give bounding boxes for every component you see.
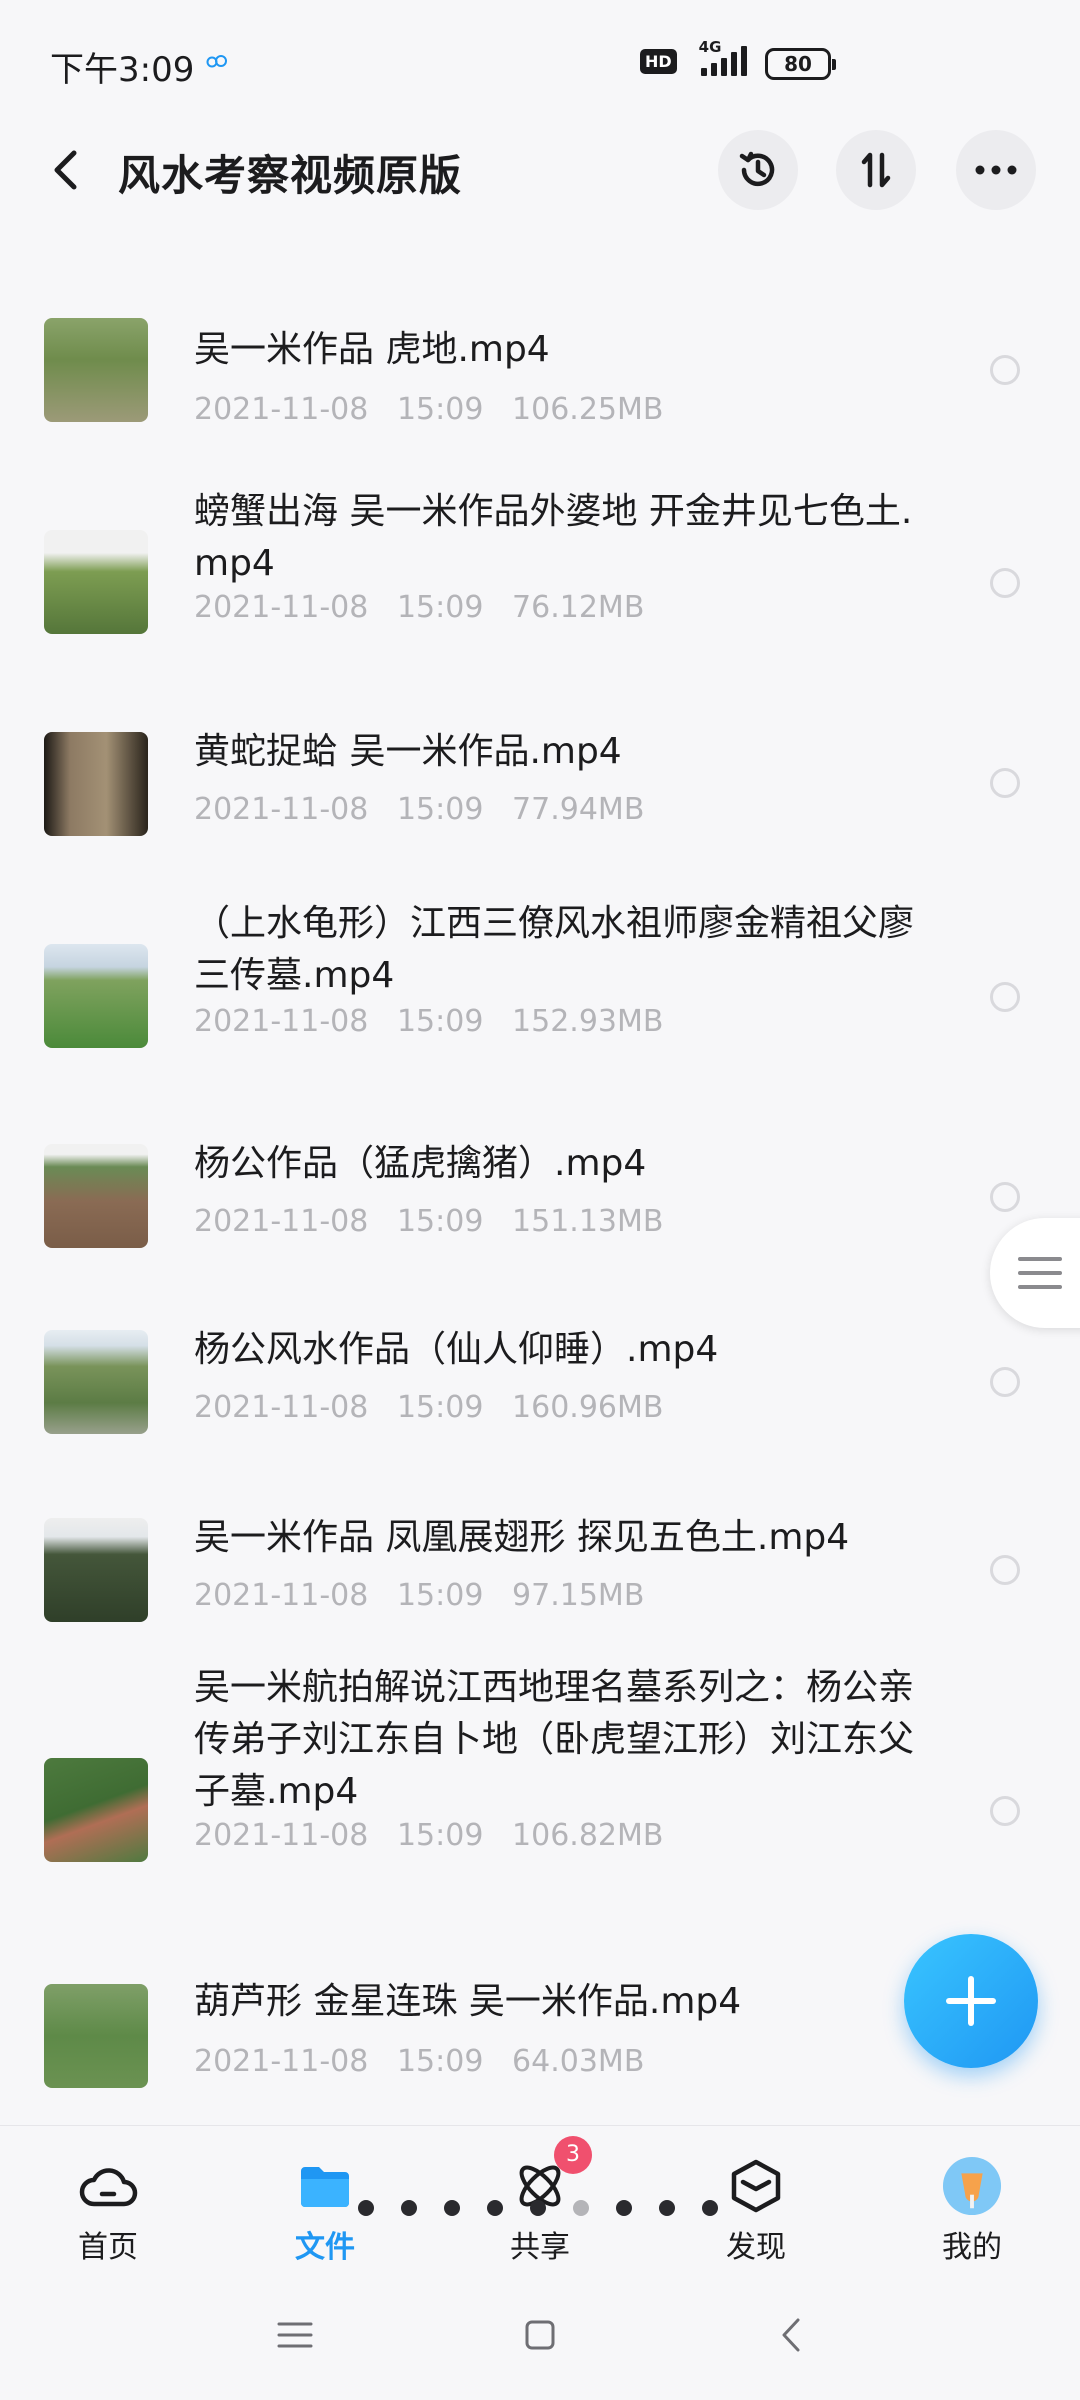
page-dot [616,2200,632,2216]
discover-cube-icon [726,2156,786,2216]
avatar [942,2156,1002,2216]
status-time: 下午3:09 [50,50,195,90]
nav-label: 我的 [942,2230,1002,2265]
nav-label: 共享 [510,2230,570,2265]
chevron-left-icon [782,2318,800,2352]
video-thumbnail [44,318,148,422]
video-thumbnail [44,732,148,836]
side-drawer-handle[interactable] [990,1218,1080,1328]
nav-item-profile[interactable]: 我的 [902,2156,1042,2266]
page-dot [530,2200,546,2216]
select-radio[interactable] [990,1367,1020,1397]
select-radio[interactable] [990,355,1020,385]
select-radio[interactable] [990,568,1020,598]
video-thumbnail [44,1518,148,1622]
battery-icon: 80 [765,48,836,80]
video-thumbnail [44,944,148,1048]
history-icon [739,151,775,187]
select-radio[interactable] [990,768,1020,798]
page-dot [358,2200,374,2216]
file-name: 吴一米作品 虎地.mp4 [194,329,550,370]
file-name: 黄蛇捉蛤 吴一米作品.mp4 [194,731,622,772]
history-button[interactable] [718,130,798,210]
cloud-sync-icon [206,55,227,68]
file-meta: 2021-11-08 15:09 160.96MB [194,1390,664,1425]
system-nav-bar [0,2270,1080,2400]
more-icon [975,165,1017,175]
nav-label: 文件 [295,2230,355,2265]
nav-item-home[interactable]: 首页 [38,2156,178,2266]
file-name: 杨公风水作品（仙人仰睡）.mp4 [194,1329,719,1370]
file-name: 杨公作品（猛虎擒猪）.mp4 [194,1143,647,1184]
file-name: （上水龟形）江西三僚风水祖师廖金精祖父廖三传墓.mp4 [194,903,915,996]
home-button[interactable] [515,2310,565,2360]
page-dot [659,2200,675,2216]
back-button[interactable] [40,142,90,198]
file-meta: 2021-11-08 15:09 106.25MB [194,392,664,427]
bottom-nav: 首页 文件 3 共享 发现 我的 [0,2125,1080,2270]
more-button[interactable] [956,130,1036,210]
menu-lines-icon [1018,1257,1062,1289]
page-dot [487,2200,503,2216]
nav-label: 首页 [78,2230,138,2265]
select-radio[interactable] [990,1182,1020,1212]
file-meta: 2021-11-08 15:09 152.93MB [194,1004,664,1039]
file-meta: 2021-11-08 15:09 97.15MB [194,1578,645,1613]
page-dot [401,2200,417,2216]
file-meta: 2021-11-08 15:09 77.94MB [194,792,645,827]
sort-button[interactable] [836,130,916,210]
video-thumbnail [44,530,148,634]
page-dot [702,2200,718,2216]
battery-level: 80 [784,52,812,76]
select-radio[interactable] [990,1555,1020,1585]
network-label: 4G [698,38,722,56]
header: 风水考察视频原版 [0,120,1080,220]
page-dot [573,2200,589,2216]
folder-icon [295,2156,355,2216]
chevron-left-icon [54,150,77,190]
file-meta: 2021-11-08 15:09 76.12MB [194,590,645,625]
recents-button[interactable] [270,2310,320,2360]
page-title: 风水考察视频原版 [118,151,463,200]
status-indicators: HD 4G [640,38,761,78]
hd-badge: HD [640,48,677,74]
file-name: 吴一米航拍解说江西地理名墓系列之：杨公亲传弟子刘江东自卜地（卧虎望江形）刘江东父… [194,1667,915,1812]
sort-icon [861,152,891,188]
video-thumbnail [44,1758,148,1862]
square-icon [525,2320,555,2350]
file-name: 葫芦形 金星连珠 吴一米作品.mp4 [194,1981,742,2022]
file-meta: 2021-11-08 15:09 151.13MB [194,1204,664,1239]
video-thumbnail [44,1144,148,1248]
plus-icon [946,1976,996,2026]
file-meta: 2021-11-08 15:09 106.82MB [194,1818,664,1853]
select-radio[interactable] [990,982,1020,1012]
video-thumbnail [44,1330,148,1434]
signal-icon: 4G [691,38,761,78]
system-back-button[interactable] [766,2310,816,2360]
nav-label: 发现 [726,2230,786,2265]
file-meta: 2021-11-08 15:09 64.03MB [194,2044,645,2079]
menu-icon [277,2322,313,2348]
file-name: 吴一米作品 凤凰展翅形 探见五色土.mp4 [194,1517,850,1558]
status-bar: 下午3:09 HD 4G 80 [0,0,1080,130]
add-button[interactable] [904,1934,1038,2068]
video-thumbnail [44,1984,148,2088]
file-name: 螃蟹出海 吴一米作品外婆地 开金井见七色土.mp4 [194,491,913,584]
notification-badge: 3 [554,2136,592,2174]
page-dot [444,2200,460,2216]
cloud-icon [78,2156,138,2216]
select-radio[interactable] [990,1796,1020,1826]
page-dots [358,2200,718,2216]
